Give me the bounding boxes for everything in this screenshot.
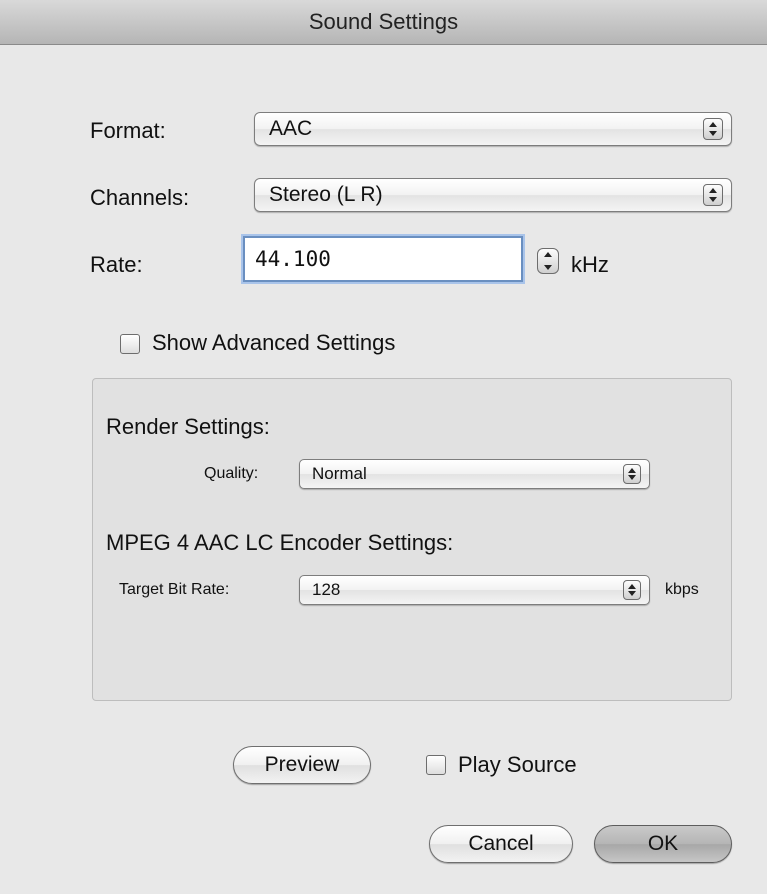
updown-arrows-icon <box>703 184 723 206</box>
rate-stepper[interactable] <box>537 248 559 274</box>
title-bar: Sound Settings <box>0 0 767 45</box>
updown-arrows-icon <box>623 464 641 484</box>
quality-popup[interactable]: Normal <box>299 459 650 489</box>
play-source-checkbox[interactable] <box>426 755 446 775</box>
rate-unit: kHz <box>571 252 609 277</box>
rate-field[interactable] <box>243 236 523 282</box>
bitrate-value: 128 <box>312 580 341 599</box>
rate-input[interactable] <box>245 238 521 280</box>
advanced-checkbox[interactable] <box>120 334 140 354</box>
channels-popup[interactable]: Stereo (L R) <box>254 178 732 212</box>
stepper-up-icon[interactable] <box>544 252 552 257</box>
updown-arrows-icon <box>703 118 723 140</box>
updown-arrows-icon <box>623 580 641 600</box>
format-label: Format: <box>90 118 166 143</box>
ok-button[interactable]: OK <box>594 825 732 863</box>
format-popup[interactable]: AAC <box>254 112 732 146</box>
bitrate-label: Target Bit Rate: <box>119 581 230 598</box>
bitrate-popup[interactable]: 128 <box>299 575 650 605</box>
cancel-button[interactable]: Cancel <box>429 825 573 863</box>
rate-label: Rate: <box>90 252 143 277</box>
render-settings-heading: Render Settings: <box>106 414 270 439</box>
bitrate-unit: kbps <box>665 581 699 598</box>
quality-value: Normal <box>312 464 367 483</box>
preview-button[interactable]: Preview <box>233 746 371 784</box>
encoder-settings-heading: MPEG 4 AAC LC Encoder Settings: <box>106 530 454 555</box>
play-source-label[interactable]: Play Source <box>458 752 577 778</box>
format-value: AAC <box>269 117 313 140</box>
window-title: Sound Settings <box>308 9 459 34</box>
stepper-down-icon[interactable] <box>544 265 552 270</box>
advanced-label[interactable]: Show Advanced Settings <box>152 330 395 356</box>
quality-label: Quality: <box>204 465 259 482</box>
channels-value: Stereo (L R) <box>269 183 383 206</box>
channels-label: Channels: <box>90 185 190 210</box>
